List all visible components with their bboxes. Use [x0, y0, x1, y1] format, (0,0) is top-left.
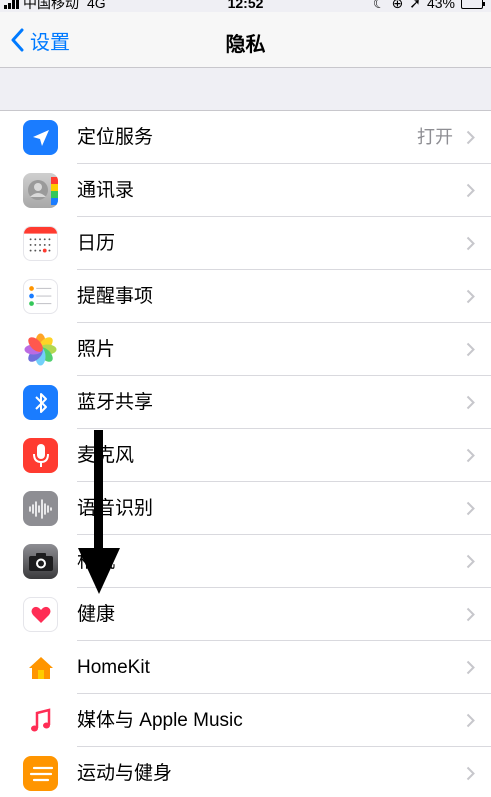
row-label: 蓝牙共享: [77, 392, 154, 413]
row-camera[interactable]: 相机: [0, 535, 491, 588]
row-location-services[interactable]: 定位服务 打开: [0, 111, 491, 164]
home-icon: [23, 650, 58, 685]
row-bluetooth-sharing[interactable]: 蓝牙共享: [0, 376, 491, 429]
camera-icon: [23, 544, 58, 579]
moon-icon: ☾: [372, 0, 386, 11]
row-label: 照片: [77, 339, 116, 360]
row-label: 语音识别: [77, 498, 154, 519]
row-value: 打开: [417, 127, 453, 147]
microphone-icon: [23, 438, 58, 473]
status-right: ☾ ⊕ ➚ 43%: [372, 0, 485, 12]
row-reminders[interactable]: 提醒事项: [0, 270, 491, 323]
chevron-right-icon: [466, 395, 475, 410]
row-microphone[interactable]: 麦克风: [0, 429, 491, 482]
row-photos[interactable]: 照片: [0, 323, 491, 376]
row-contacts[interactable]: 通讯录: [0, 164, 491, 217]
chevron-right-icon: [466, 607, 475, 622]
chevron-right-icon: [466, 130, 475, 145]
row-homekit[interactable]: HomeKit: [0, 641, 491, 694]
music-note-icon: [23, 703, 58, 738]
location-icon: ➚: [409, 0, 421, 11]
row-label: 麦克风: [77, 445, 135, 466]
row-label: 通讯录: [77, 180, 135, 201]
row-label: 定位服务: [77, 127, 154, 148]
chevron-right-icon: [466, 713, 475, 728]
row-calendar[interactable]: 日历: [0, 217, 491, 270]
chevron-right-icon: [466, 660, 475, 675]
motion-fitness-icon: [23, 756, 58, 791]
page-title: 隐私: [225, 34, 266, 56]
row-label: 日历: [77, 233, 116, 254]
chevron-right-icon: [466, 236, 475, 251]
privacy-settings-list: 定位服务 打开 通讯录 日历 提醒事项 照片 蓝牙共享 麦克风 语音识别 相机 …: [0, 110, 491, 797]
row-media-apple-music[interactable]: 媒体与 Apple Music: [0, 694, 491, 747]
bluetooth-icon: [23, 385, 58, 420]
chevron-right-icon: [466, 554, 475, 569]
row-motion-fitness[interactable]: 运动与健身: [0, 747, 491, 797]
chevron-right-icon: [466, 342, 475, 357]
contacts-icon: [23, 173, 58, 208]
heart-icon: [23, 597, 58, 632]
chevron-right-icon: [466, 289, 475, 304]
row-label: HomeKit: [77, 657, 150, 678]
chevron-right-icon: [466, 501, 475, 516]
row-label: 运动与健身: [77, 763, 173, 784]
waveform-icon: [23, 491, 58, 526]
reminders-icon: [23, 279, 58, 314]
row-label: 相机: [77, 551, 116, 572]
row-speech-recognition[interactable]: 语音识别: [0, 482, 491, 535]
chevron-right-icon: [466, 766, 475, 781]
battery-percent: 43%: [426, 0, 455, 11]
status-bar: 中国移动 4G 12:52 ☾ ⊕ ➚ 43%: [0, 0, 491, 12]
location-arrow-icon: [23, 120, 58, 155]
photos-flower-icon: [23, 332, 58, 367]
navigation-bar: 设置 隐私: [0, 12, 491, 68]
orientation-lock-icon: ⊕: [391, 0, 404, 11]
chevron-right-icon: [466, 448, 475, 463]
battery-icon: [461, 0, 485, 9]
row-label: 健康: [77, 604, 116, 625]
row-label: 提醒事项: [77, 286, 154, 307]
row-health[interactable]: 健康: [0, 588, 491, 641]
chevron-right-icon: [466, 183, 475, 198]
calendar-icon: [23, 226, 58, 261]
row-label: 媒体与 Apple Music: [77, 710, 243, 731]
